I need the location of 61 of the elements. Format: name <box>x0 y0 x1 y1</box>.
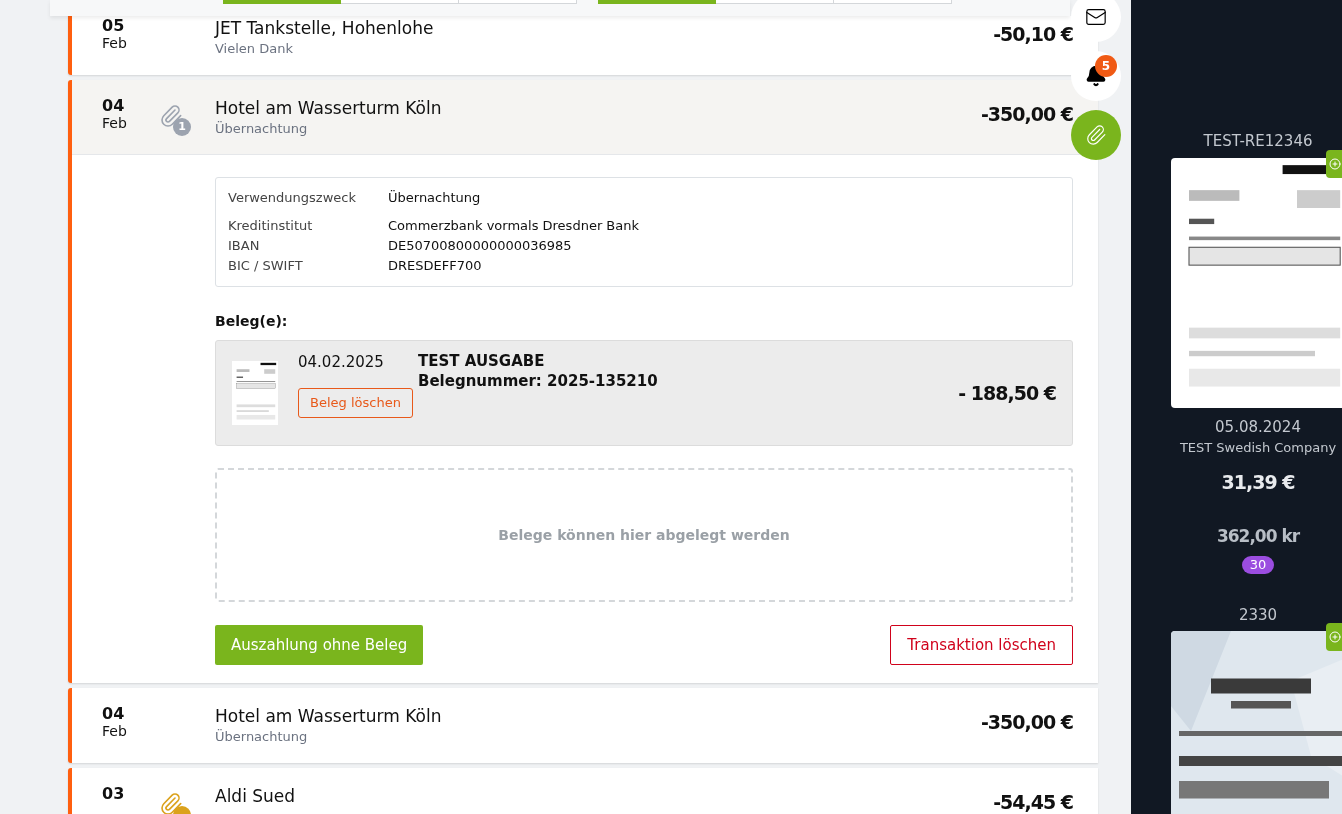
attach-button[interactable] <box>1071 110 1121 160</box>
inbox-vendor: TEST Swedish Company <box>1179 439 1337 457</box>
mail-icon <box>1085 6 1107 28</box>
segment-button[interactable] <box>459 0 577 4</box>
paperclip-icon <box>1085 124 1107 146</box>
transaction-title: Hotel am Wasserturm Köln <box>215 706 443 728</box>
segment-button[interactable] <box>341 0 459 4</box>
transaction-subtitle: Übernachtung <box>215 120 309 139</box>
detail-label: Verwendungszweck <box>228 189 357 207</box>
delete-receipt-button[interactable]: Beleg löschen <box>298 387 413 418</box>
transaction-title: Hotel am Wasserturm Köln <box>215 98 443 120</box>
date-day: 03 <box>102 786 159 802</box>
inbox-badge: 30 <box>1241 555 1275 574</box>
transaction-header[interactable]: 04 Feb 1 Hotel am Wasserturm Köln Übernachtung -350,00 € <box>72 80 1098 155</box>
inbox-amount: 31,39 € <box>1221 469 1295 495</box>
date-day: 05 <box>102 18 159 34</box>
add-tab[interactable] <box>1326 149 1342 178</box>
bell-button[interactable]: 5 <box>1071 51 1121 101</box>
transaction-amount: -50,10 € <box>993 22 1073 47</box>
detail-label: BIC / SWIFT <box>228 257 304 275</box>
transaction-card[interactable]: 05 Feb JET Tankstelle, Hohenlohe Vielen Dank -50,10 € <box>68 16 1098 75</box>
inbox-title: 2330 <box>1238 604 1278 626</box>
transaction-card[interactable]: 03 Aldi Sued -54,45 € <box>68 768 1098 814</box>
receipt-number: Belegnummer: 2025-135210 <box>418 371 659 391</box>
receipt-title: TEST AUSGABE <box>418 351 546 371</box>
date-day: 04 <box>102 98 159 114</box>
delete-transaction-button[interactable]: Transaktion löschen <box>890 625 1073 665</box>
receipts-heading: Beleg(e): <box>215 312 289 331</box>
detail-value: Übernachtung <box>388 189 481 207</box>
inbox-foreign-amount: 362,00 kr <box>1216 525 1300 548</box>
notification-badge: 5 <box>1095 55 1117 77</box>
detail-label: IBAN <box>228 237 261 255</box>
transaction-amount: -350,00 € <box>980 102 1073 127</box>
transaction-title: Aldi Sued <box>215 786 297 808</box>
date-day: 04 <box>102 706 159 722</box>
segment-button[interactable] <box>598 0 716 4</box>
date-month: Feb <box>102 724 128 738</box>
add-icon <box>1329 157 1341 170</box>
date-month: Feb <box>102 116 128 130</box>
segment-button[interactable] <box>716 0 834 4</box>
transaction-card[interactable]: 04 Feb Hotel am Wasserturm Köln Übernachtung -350,00 € <box>68 688 1098 763</box>
transaction-subtitle: Übernachtung <box>215 728 309 747</box>
attachment-count: 1 <box>173 118 191 136</box>
add-icon <box>1329 631 1341 643</box>
transaction-card[interactable] <box>68 80 1098 683</box>
detail-value: DE50700800000000036985 <box>388 237 572 255</box>
transaction-amount: -350,00 € <box>980 710 1073 735</box>
transaction-title: JET Tankstelle, Hohenlohe <box>215 18 435 40</box>
receipt-amount: - 188,50 € <box>958 380 1056 406</box>
transaction-amount: -54,45 € <box>993 790 1073 814</box>
detail-label: Kreditinstitut <box>228 217 314 235</box>
drop-zone-text: Belege können hier abgelegt werden <box>498 525 790 545</box>
detail-value: DRESDEFF700 <box>388 257 482 275</box>
inbox-date: 05.08.2024 <box>1215 416 1301 438</box>
date-month: Feb <box>102 36 128 50</box>
receipt-date: 04.02.2025 <box>298 352 385 373</box>
segment-button[interactable] <box>223 0 341 4</box>
detail-value: Commerzbank vormals Dresdner Bank <box>388 217 639 235</box>
inbox-title: TEST-RE12346 <box>1203 131 1313 152</box>
transaction-subtitle: Vielen Dank <box>215 40 294 59</box>
segment-button[interactable] <box>834 0 952 4</box>
